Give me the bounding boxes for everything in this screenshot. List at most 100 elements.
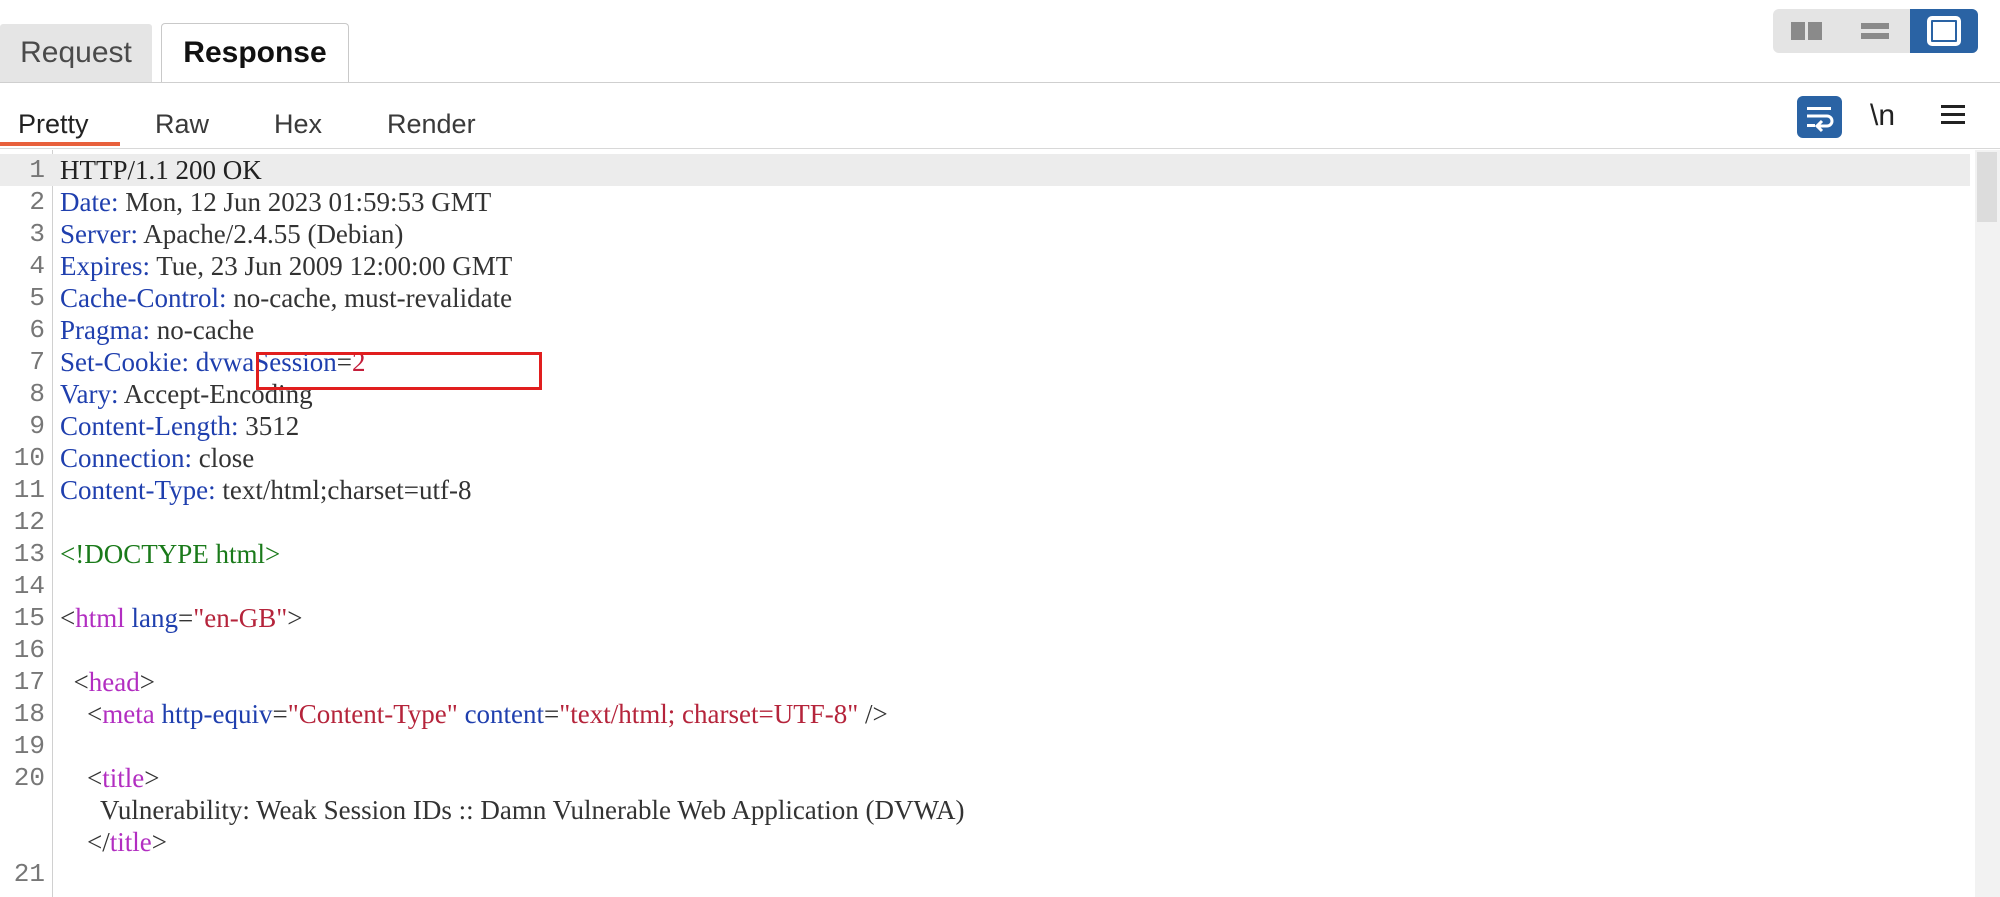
options-menu-button[interactable] — [1938, 100, 1968, 130]
code-line-19: 19 — [0, 730, 1970, 762]
tag-name: title — [109, 827, 152, 857]
tab-hex[interactable]: Hex — [274, 106, 322, 142]
line-number: 2 — [29, 187, 45, 217]
code-line-21: 21 — [0, 858, 1970, 890]
code-line-17: 17 <head> — [0, 666, 1970, 698]
line-number: 12 — [13, 507, 45, 537]
header-name: Connection — [60, 443, 185, 473]
wrap-lines-button[interactable] — [1797, 96, 1842, 138]
header-value: Tue, 23 Jun 2009 12:00:00 GMT — [150, 251, 513, 281]
line-number: 11 — [13, 475, 45, 505]
attr-name: content — [464, 699, 545, 729]
layout-single-button[interactable] — [1910, 9, 1978, 53]
code-line-9: 9 Content-Length: 3512 — [0, 410, 1970, 442]
code-line-15: 15 <html lang="en-GB"> — [0, 602, 1970, 634]
line-number: 17 — [13, 667, 45, 697]
attr-name: http-equiv — [161, 699, 273, 729]
code-line-1: 1 HTTP/1.1 200 OK — [0, 154, 1970, 186]
line-number: 9 — [29, 411, 45, 441]
tab-bar-divider — [0, 82, 2000, 83]
hamburger-menu-icon — [1941, 105, 1965, 124]
code-line-12: 12 — [0, 506, 1970, 538]
vertical-scrollbar[interactable] — [1975, 150, 2000, 897]
header-value: 3512 — [238, 411, 300, 441]
header-value: no-cache — [150, 315, 255, 345]
line-number: 6 — [29, 315, 45, 345]
code-line-11: 11 Content-Type: text/html;charset=utf-8 — [0, 474, 1970, 506]
header-value: no-cache, must-revalidate — [226, 283, 513, 313]
line-number: 1 — [29, 155, 45, 185]
line-number: 13 — [13, 539, 45, 569]
message-tab-bar: Request Response — [0, 0, 2000, 83]
line-number: 16 — [13, 635, 45, 665]
layout-side-by-side-button[interactable] — [1773, 9, 1840, 53]
active-tab-underline — [0, 142, 120, 146]
line-number: 7 — [29, 347, 45, 377]
code-line-13: 13 <!DOCTYPE html> — [0, 538, 1970, 570]
status-line: HTTP/1.1 200 OK — [60, 154, 262, 186]
line-number: 3 — [29, 219, 45, 249]
line-number: 4 — [29, 251, 45, 281]
line-number: 8 — [29, 379, 45, 409]
toolbar-divider — [0, 148, 2000, 149]
title-text: Vulnerability: Weak Session IDs :: Damn … — [100, 795, 965, 825]
tag-name: title — [102, 763, 145, 793]
header-name: Content-Length — [60, 411, 231, 441]
show-newlines-toggle[interactable]: \n — [1870, 98, 1895, 134]
code-line-10: 10 Connection: close — [0, 442, 1970, 474]
columns-icon — [1791, 22, 1822, 40]
code-line-18: 18 <meta http-equiv="Content-Type" conte… — [0, 698, 1970, 730]
line-number: 21 — [13, 859, 45, 889]
scrollbar-thumb[interactable] — [1977, 152, 1997, 222]
header-value: Apache/2.4.55 (Debian) — [137, 219, 404, 249]
wrap-lines-icon — [1807, 107, 1834, 133]
tab-response[interactable]: Response — [161, 23, 349, 83]
code-line-6: 6 Pragma: no-cache — [0, 314, 1970, 346]
tag-name: head — [88, 667, 140, 697]
code-line-5: 5 Cache-Control: no-cache, must-revalida… — [0, 282, 1970, 314]
line-number: 5 — [29, 283, 45, 313]
line-number: 14 — [13, 571, 45, 601]
code-line-20: 20 <title> — [0, 762, 1970, 794]
line-number: 19 — [13, 731, 45, 761]
tab-request[interactable]: Request — [0, 24, 152, 82]
tab-pretty[interactable]: Pretty — [18, 106, 89, 142]
header-name: Pragma — [60, 315, 143, 345]
attr-name: lang — [131, 603, 179, 633]
status-text: HTTP/1.1 200 OK — [60, 155, 262, 185]
code-line-3: 3 Server: Apache/2.4.55 (Debian) — [0, 218, 1970, 250]
header-value: text/html;charset=utf-8 — [215, 475, 472, 505]
response-editor[interactable]: 1 HTTP/1.1 200 OK 2 Date: Mon, 12 Jun 20… — [0, 150, 2000, 897]
rows-icon — [1861, 23, 1889, 39]
single-pane-icon — [1927, 16, 1961, 46]
tab-raw[interactable]: Raw — [155, 106, 209, 142]
header-name: Vary — [60, 379, 111, 409]
header-name: Expires — [60, 251, 143, 281]
code-line-20-wrap: Vulnerability: Weak Session IDs :: Damn … — [0, 794, 1970, 826]
line-number: 18 — [13, 699, 45, 729]
code-line-4: 4 Expires: Tue, 23 Jun 2009 12:00:00 GMT — [0, 250, 1970, 282]
code-line-14: 14 — [0, 570, 1970, 602]
header-name: Content-Type — [60, 475, 209, 505]
cookie-highlight-box — [256, 352, 542, 390]
header-value: Mon, 12 Jun 2023 01:59:53 GMT — [118, 187, 492, 217]
line-number: 10 — [13, 443, 45, 473]
code-line-2: 2 Date: Mon, 12 Jun 2023 01:59:53 GMT — [0, 186, 1970, 218]
header-name: Cache-Control — [60, 283, 219, 313]
doctype: <!DOCTYPE html> — [60, 539, 281, 569]
line-number: 20 — [13, 763, 45, 793]
code-line-20-close: </title> — [87, 827, 167, 857]
header-name: Date — [60, 187, 111, 217]
tag-name: html — [75, 603, 125, 633]
layout-toggle-group — [1773, 9, 1978, 53]
header-name: Server — [60, 219, 131, 249]
attr-value: "Content-Type" — [287, 699, 458, 729]
line-number: 15 — [13, 603, 45, 633]
attr-value: "text/html; charset=UTF-8" — [559, 699, 859, 729]
header-name: Set-Cookie — [60, 347, 182, 377]
tab-render[interactable]: Render — [387, 106, 476, 142]
layout-stacked-button[interactable] — [1841, 9, 1908, 53]
view-mode-tabs: Pretty Raw Hex Render — [0, 96, 2000, 148]
attr-value: "en-GB" — [193, 603, 288, 633]
header-value: close — [192, 443, 255, 473]
